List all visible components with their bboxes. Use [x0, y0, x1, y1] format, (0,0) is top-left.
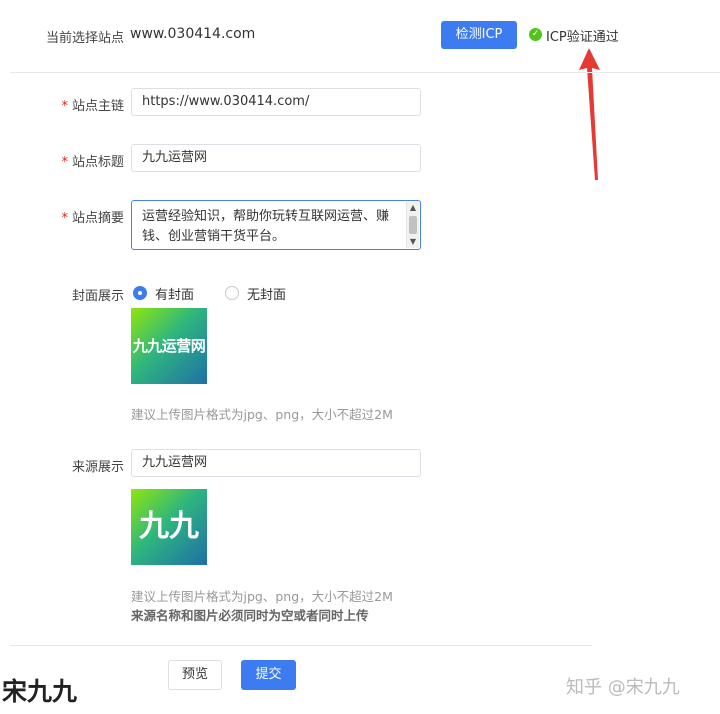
cover-display-label: 封面展示 [71, 289, 124, 304]
current-site-label: 当前选择站点 [45, 31, 124, 46]
site-url-input[interactable]: https://www.030414.com/ [131, 88, 421, 116]
preview-button[interactable]: 预览 [168, 660, 222, 690]
site-summary-textarea[interactable]: 运营经验知识，帮助你玩转互联网运营、赚 钱、创业营销干货平台。 ▲ ▼ [131, 200, 421, 250]
textarea-scrollbar[interactable]: ▲ ▼ [406, 202, 419, 248]
summary-line-1: 运营经验知识，帮助你玩转互联网运营、赚 [142, 209, 390, 224]
cover-yes-label[interactable]: 有封面 [155, 284, 194, 303]
required-mark: * [61, 155, 68, 170]
cover-no-radio[interactable] [225, 286, 239, 300]
source-hint: 建议上传图片格式为jpg、png，大小不超过2M [131, 589, 393, 604]
site-summary-label: * 站点摘要 [34, 207, 124, 226]
cover-no-label[interactable]: 无封面 [247, 284, 286, 303]
submit-button[interactable]: 提交 [241, 660, 296, 690]
required-mark: * [61, 211, 68, 226]
site-summary-label-text: 站点摘要 [71, 211, 124, 226]
site-url-label-text: 站点主链 [71, 99, 124, 114]
source-display-label: 来源展示 [71, 460, 124, 475]
source-note: 来源名称和图片必须同时为空或者同时上传 [131, 608, 369, 623]
scroll-down-icon[interactable]: ▼ [407, 236, 419, 248]
cover-hint: 建议上传图片格式为jpg、png，大小不超过2M [131, 407, 393, 422]
scroll-up-icon[interactable]: ▲ [407, 202, 419, 214]
scroll-thumb[interactable] [409, 216, 417, 234]
source-image[interactable]: 九九 [131, 489, 207, 565]
site-title-label-text: 站点标题 [71, 155, 124, 170]
site-url-label: * 站点主链 [34, 95, 124, 114]
watermark-right: 知乎 @宋九九 [566, 677, 680, 698]
current-site-value: www.030414.com [130, 26, 256, 42]
cover-image[interactable]: 九九运营网 [131, 308, 207, 384]
required-mark: * [61, 99, 68, 114]
check-icp-button[interactable]: 检测ICP [441, 21, 517, 49]
site-title-input[interactable]: 九九运营网 [131, 144, 421, 172]
site-title-label: * 站点标题 [34, 151, 124, 170]
check-circle-icon: ✓ [529, 28, 542, 41]
header-divider [10, 72, 720, 73]
annotation-arrow-icon [579, 48, 600, 180]
icp-status-text: ICP验证通过 [546, 30, 619, 45]
source-name-input[interactable]: 九九运营网 [131, 449, 421, 477]
summary-line-2: 钱、创业营销干货平台。 [142, 229, 286, 244]
footer-divider [10, 645, 592, 646]
cover-yes-radio[interactable] [133, 286, 147, 300]
watermark-left: 宋九九 [2, 677, 78, 706]
